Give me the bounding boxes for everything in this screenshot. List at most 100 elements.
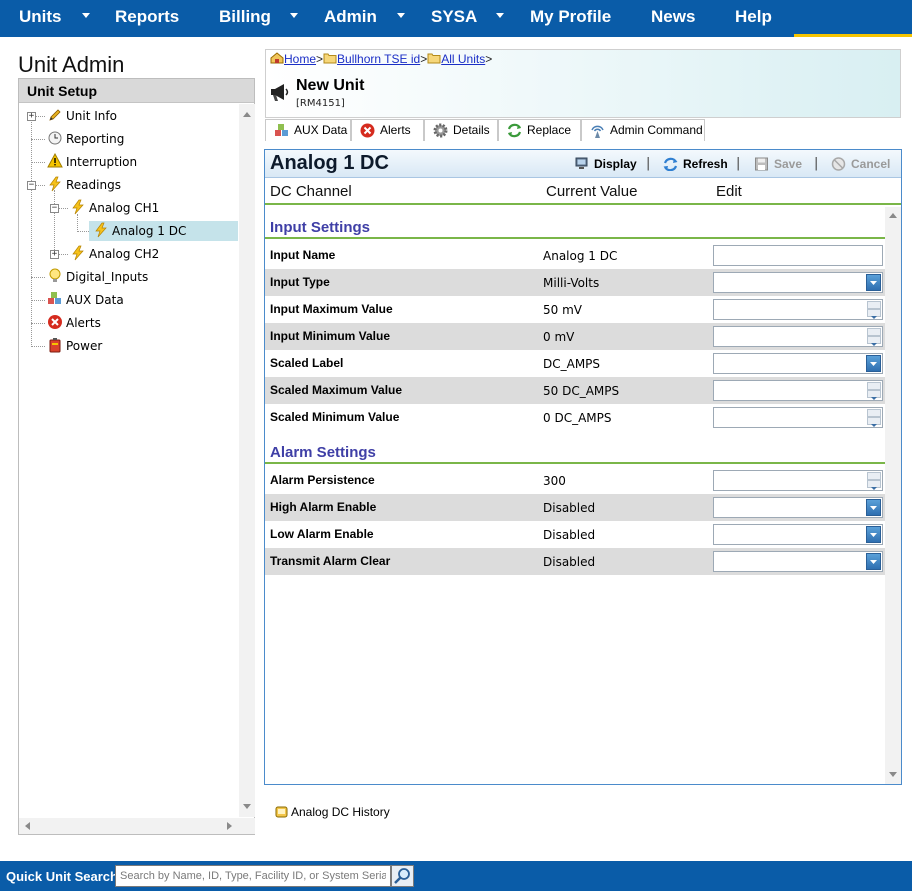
refresh-arrows-icon [507,123,522,138]
nav-sysa[interactable]: SYSA [431,0,477,34]
quick-unit-search-input[interactable] [115,865,391,887]
chevron-down-icon[interactable] [290,13,298,18]
transmit-alarm-clear-dropdown[interactable] [713,551,883,572]
input-type-dropdown[interactable] [713,272,883,293]
spin-up-icon[interactable] [867,472,881,483]
nav-billing[interactable]: Billing [219,0,271,34]
spin-down-icon[interactable] [867,390,881,400]
lightning-icon [70,245,86,261]
collapse-readings-icon[interactable]: − [27,181,36,190]
battery-icon [47,337,63,353]
tree-item-alerts[interactable]: Alerts [47,313,101,333]
search-icon [394,868,410,884]
lightning-icon [93,222,109,238]
nav-my-profile[interactable]: My Profile [530,0,611,34]
lightning-icon [47,176,63,192]
tab-admin-command[interactable]: Admin Command [581,119,705,141]
save-button[interactable]: Save [754,157,802,171]
tree-item-interruption[interactable]: Interruption [47,152,137,172]
tree-horizontal-scrollbar[interactable] [19,818,255,834]
alarm-persistence-spinner[interactable] [713,470,883,491]
high-alarm-enable-dropdown[interactable] [713,497,883,518]
active-nav-underline [794,34,912,37]
lightbulb-icon [47,268,63,284]
search-button[interactable] [391,865,414,887]
spin-down-icon[interactable] [867,417,881,427]
dropdown-arrow-icon[interactable] [866,274,881,291]
setting-row-scaled-minimum-value: Scaled Minimum Value 0 DC_AMPS [265,404,885,431]
chevron-down-icon[interactable] [82,13,90,18]
spin-down-icon[interactable] [867,480,881,490]
unit-setup-panel: Unit Setup + − − + Unit Info Reporting I… [18,78,255,835]
tree-item-aux-data[interactable]: AUX Data [47,290,124,310]
chevron-down-icon[interactable] [496,13,504,18]
tab-aux-data[interactable]: AUX Data [265,119,351,141]
dropdown-arrow-icon[interactable] [866,553,881,570]
spin-up-icon[interactable] [867,382,881,393]
scaled-label-dropdown[interactable] [713,353,883,374]
tree-item-analog-ch2[interactable]: Analog CH2 [70,244,159,264]
refresh-icon [663,157,678,171]
dropdown-arrow-icon[interactable] [866,526,881,543]
gear-icon [433,123,448,138]
input-maximum-value-spinner[interactable] [713,299,883,320]
tree-item-power[interactable]: Power [47,336,102,356]
tab-details[interactable]: Details [424,119,498,141]
chevron-down-icon[interactable] [397,13,405,18]
folder-icon [323,53,337,64]
megaphone-icon [271,84,289,101]
scaled-maximum-value-spinner[interactable] [713,380,883,401]
breadcrumb-all-units[interactable]: All Units [441,52,485,66]
page-title: Unit Admin [18,52,125,77]
breadcrumb-home[interactable]: Home [284,52,316,66]
tree-item-reporting[interactable]: Reporting [47,129,124,149]
cancel-icon [831,157,846,171]
dropdown-arrow-icon[interactable] [866,499,881,516]
red-x-icon [360,123,375,138]
lightning-icon [70,199,86,215]
analog-dc-history-link[interactable]: Analog DC History [275,805,390,819]
detail-panel: Analog 1 DC Display | Refresh | Save | C… [264,149,902,785]
low-alarm-enable-dropdown[interactable] [713,524,883,545]
breadcrumb-bullhorn-tse-id[interactable]: Bullhorn TSE id [337,52,420,66]
detail-header: Analog 1 DC Display | Refresh | Save | C… [265,150,901,178]
setting-row-scaled-maximum-value: Scaled Maximum Value 50 DC_AMPS [265,377,885,404]
display-button[interactable]: Display [574,157,637,171]
spin-up-icon[interactable] [867,328,881,339]
refresh-button[interactable]: Refresh [663,157,728,171]
tree-item-unit-info[interactable]: Unit Info [47,106,117,126]
tree-item-digital-inputs[interactable]: Digital_Inputs [47,267,148,287]
dropdown-arrow-icon[interactable] [866,355,881,372]
spin-up-icon[interactable] [867,409,881,420]
setting-row-alarm-persistence: Alarm Persistence 300 [265,467,885,494]
scaled-minimum-value-spinner[interactable] [713,407,883,428]
spin-up-icon[interactable] [867,301,881,312]
setting-row-low-alarm-enable: Low Alarm Enable Disabled [265,521,885,548]
tab-replace[interactable]: Replace [498,119,581,141]
column-dc-channel: DC Channel [270,183,352,200]
breadcrumb: Home> Bullhorn TSE id> All Units> [270,52,492,66]
nav-news[interactable]: News [651,0,695,34]
cancel-button[interactable]: Cancel [831,157,890,171]
monitor-icon [575,157,588,169]
tab-alerts[interactable]: Alerts [351,119,424,141]
tree-item-readings[interactable]: Readings [47,175,121,195]
detail-vertical-scrollbar[interactable] [885,207,901,784]
tree-item-analog-1-dc[interactable]: Analog 1 DC [89,221,238,241]
input-minimum-value-spinner[interactable] [713,326,883,347]
tree-item-analog-ch1[interactable]: Analog CH1 [70,198,159,218]
tree-vertical-scrollbar[interactable] [239,104,255,817]
expand-analog-ch2-icon[interactable]: + [50,250,59,259]
nav-admin[interactable]: Admin [324,0,377,34]
nav-help[interactable]: Help [735,0,772,34]
nav-reports[interactable]: Reports [115,0,179,34]
red-x-icon [47,314,63,330]
input-name-field[interactable] [713,245,883,266]
collapse-analog-ch1-icon[interactable]: − [50,204,59,213]
spin-down-icon[interactable] [867,336,881,346]
input-name-text-input[interactable] [714,246,882,265]
spin-down-icon[interactable] [867,309,881,319]
expand-unit-info-icon[interactable]: + [27,112,36,121]
antenna-icon [591,125,604,138]
nav-units[interactable]: Units [19,0,62,34]
